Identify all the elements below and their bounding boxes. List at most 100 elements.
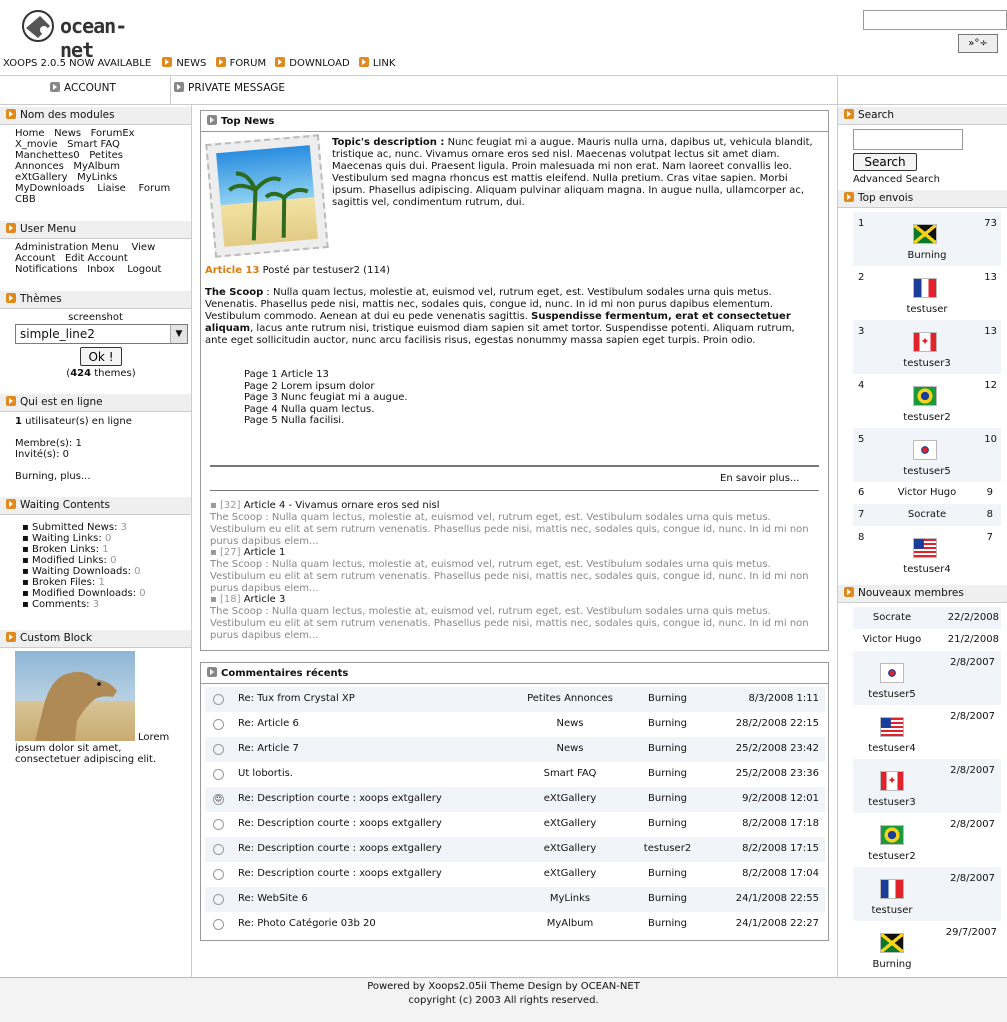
table-row[interactable]: Re: Photo Catégorie 03b 20 MyAlbum Burning…	[205, 912, 825, 937]
table-row[interactable]: Re: Description courte : xoops extgaller…	[205, 862, 825, 887]
nav-private-message[interactable]: PRIVATE MESSAGE	[174, 82, 285, 94]
comment-icon	[213, 869, 224, 880]
article-link[interactable]: Article 13	[205, 265, 259, 276]
list-item[interactable]: 7 Socrate 8	[853, 504, 1001, 526]
inbox-link[interactable]: Inbox	[87, 264, 114, 275]
list-item[interactable]: 1 73 Burning	[853, 212, 1001, 266]
header-search-button[interactable]: »°÷	[958, 34, 998, 53]
top-nav: XOOPS 2.0.5 NOW AVAILABLE NEWS FORUM DOW…	[3, 57, 395, 69]
arrow-icon	[215, 57, 226, 67]
table-row[interactable]: Re: Tux from Crystal XP Petites Annonces B…	[205, 687, 825, 712]
nav-account[interactable]: ACCOUNT	[50, 82, 116, 94]
list-item[interactable]: 2/8/2007 testuser5	[853, 651, 1001, 705]
list-item[interactable]: ▪ Modified Downloads: 0	[22, 588, 146, 599]
list-item[interactable]: 2 13 testuser	[853, 266, 1001, 320]
list-item[interactable]: Victor Hugo 21/2/2008	[853, 629, 1001, 651]
list-item[interactable]: 3 13 ✦ testuser3	[853, 320, 1001, 374]
article-title-link[interactable]: Article 4 - Vivamus ornare eros sed nisl	[244, 500, 440, 511]
footer: Powered by Xoops2.05ii Theme Design by O…	[0, 977, 1007, 1022]
module-forum[interactable]: Forum	[139, 183, 171, 194]
search-button[interactable]: Search	[853, 153, 917, 171]
table-row[interactable]: Re: Description courte : xoops extgaller…	[205, 837, 825, 862]
themes-count: (424 themes)	[66, 368, 136, 379]
advanced-search-link[interactable]: Advanced Search	[853, 174, 940, 185]
list-item[interactable]: 2/8/2007 testuser	[853, 867, 1001, 921]
list-item[interactable]: 5 10 testuser5	[853, 428, 1001, 482]
module-news[interactable]: News	[54, 128, 81, 139]
camel-image	[15, 651, 135, 741]
module-x-movie[interactable]: X_movie	[15, 139, 58, 150]
table-row[interactable]: Re: Article 7 News Burning 25/2/2008 23:42	[205, 737, 825, 762]
user-menu-list: Administration Menu View Account Edit Ac…	[15, 242, 187, 275]
list-item[interactable]: ▪ Broken Links: 1	[22, 544, 146, 555]
list-item[interactable]: Socrate 22/2/2008	[853, 607, 1001, 629]
comment-icon	[213, 694, 224, 705]
edit-account-link[interactable]: Edit Account	[65, 253, 128, 264]
module-annonces[interactable]: Annonces	[15, 161, 64, 172]
arrow-icon	[6, 632, 16, 642]
new-members-list: Socrate 22/2/2008 Victor Hugo 21/2/2008 2/…	[853, 607, 1001, 975]
waiting-list: ▪ Submitted News: 3 ▪ Waiting Links: 0 ▪…	[22, 522, 146, 610]
module-forumex[interactable]: ForumEx	[91, 128, 135, 139]
list-item[interactable]: ▪ Submitted News: 3	[22, 522, 146, 533]
module-smart-faq[interactable]: Smart FAQ	[67, 139, 120, 150]
read-more-link[interactable]: En savoir plus...	[720, 473, 800, 484]
table-row[interactable]: Re: Article 6 News Burning 28/2/2008 22:15	[205, 712, 825, 737]
site-logo[interactable]: ocean-net	[20, 6, 150, 62]
arrow-icon	[844, 587, 854, 597]
list-item[interactable]: ▪ Comments: 3	[22, 599, 146, 610]
view-account-link[interactable]: View	[132, 242, 156, 253]
page-link[interactable]: Page 2 Lorem ipsum dolor	[244, 381, 374, 392]
nav-forum[interactable]: FORUM	[215, 57, 266, 69]
theme-select[interactable]: simple_line2 ▼	[15, 324, 188, 344]
comments-title: Commentaires récents	[201, 663, 828, 684]
list-item[interactable]: ▪ Modified Links: 0	[22, 555, 146, 566]
logout-link[interactable]: Logout	[127, 264, 161, 275]
arrow-icon	[844, 109, 854, 119]
page-link[interactable]: Page 5 Nulla facilisi.	[244, 415, 344, 426]
list-item[interactable]: 8 7 testuser4	[853, 526, 1001, 580]
list-item[interactable]: 2/8/2007 testuser2	[853, 813, 1001, 867]
list-item[interactable]: ▪ Waiting Downloads: 0	[22, 566, 146, 577]
module-home[interactable]: Home	[15, 128, 45, 139]
notifications-link[interactable]: Notifications	[15, 264, 78, 275]
module-myalbum[interactable]: MyAlbum	[73, 161, 120, 172]
table-row[interactable]: Re: WebSite 6 MyLinks Burning 24/1/2008 22:…	[205, 887, 825, 912]
comments-table: Re: Tux from Crystal XP Petites Annonces B…	[205, 687, 825, 937]
module-manchettes[interactable]: Manchettes0	[15, 150, 80, 161]
right-column-border	[837, 75, 838, 977]
module-extgallery[interactable]: eXtGallery	[15, 172, 68, 183]
other-articles: ▪ [32] Article 4 - Vivamus ornare eros s…	[210, 500, 815, 641]
nav-download[interactable]: DOWNLOAD	[275, 57, 350, 69]
list-item[interactable]: ▪ Waiting Links: 0	[22, 533, 146, 544]
table-row[interactable]: Ut lobortis. Smart FAQ Burning 25/2/2008 23…	[205, 762, 825, 787]
module-cbb[interactable]: CBB	[15, 194, 36, 205]
table-row[interactable]: Re: Description courte : xoops extgaller…	[205, 812, 825, 837]
list-item[interactable]: 29/7/2007 Burning	[853, 921, 1001, 975]
admin-menu-link[interactable]: Administration Menu	[15, 242, 119, 253]
page-link[interactable]: Page 3 Nunc feugiat mi a augue.	[244, 392, 408, 403]
list-item[interactable]: 2/8/2007 ✦ testuser3	[853, 759, 1001, 813]
usa-flag-icon	[913, 538, 937, 558]
list-item[interactable]: 4 12 testuser2	[853, 374, 1001, 428]
table-row[interactable]: ☺ Re: Description courte : xoops extgalle…	[205, 787, 825, 812]
list-item[interactable]: ▪ Broken Files: 1	[22, 577, 146, 588]
header-search-input[interactable]	[863, 10, 1007, 30]
online-users-link[interactable]: Burning, plus...	[15, 471, 91, 482]
module-petites[interactable]: Petites	[89, 150, 123, 161]
search-input[interactable]	[853, 129, 963, 150]
article-title-link[interactable]: Article 3	[244, 594, 286, 605]
article-title-link[interactable]: Article 1	[244, 547, 286, 558]
account-link[interactable]: Account	[15, 253, 55, 264]
nav-news[interactable]: NEWS	[162, 57, 206, 69]
page-link[interactable]: Page 1 Article 13	[244, 369, 329, 380]
list-item[interactable]: 6 Victor Hugo 9	[853, 482, 1001, 504]
nav-link[interactable]: LINK	[358, 57, 395, 69]
module-mydownloads[interactable]: MyDownloads	[15, 183, 84, 194]
module-liaise[interactable]: Liaise	[97, 183, 126, 194]
page-link[interactable]: Page 4 Nulla quam lectus.	[244, 404, 374, 415]
theme-ok-button[interactable]: Ok !	[80, 347, 122, 366]
module-mylinks[interactable]: MyLinks	[77, 172, 117, 183]
list-item[interactable]: 2/8/2007 testuser4	[853, 705, 1001, 759]
divider	[170, 75, 171, 105]
